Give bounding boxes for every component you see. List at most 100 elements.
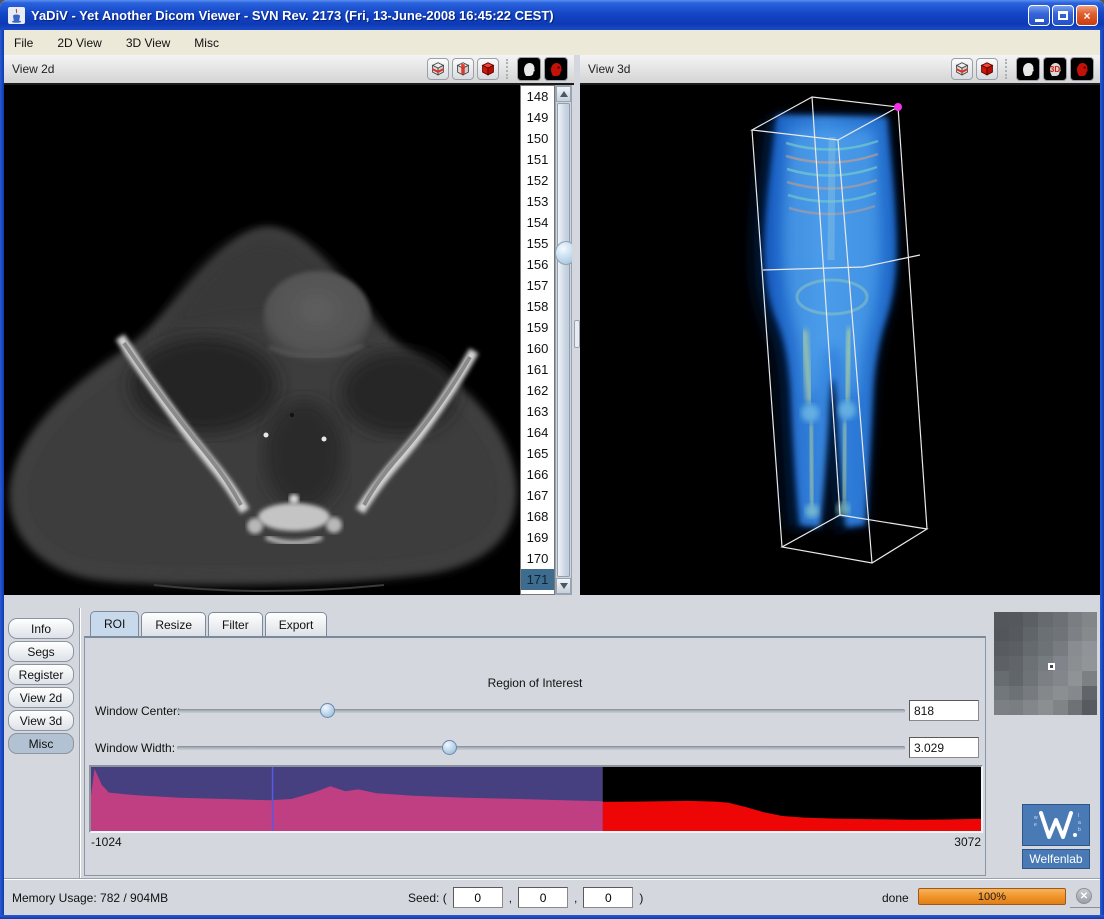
slice-item-151[interactable]: 151 xyxy=(521,149,554,170)
cube-solid-red-icon[interactable] xyxy=(976,58,998,80)
svg-text:3D: 3D xyxy=(1050,65,1060,74)
sidebar-item-register[interactable]: Register xyxy=(8,664,74,685)
preview-pixel xyxy=(1082,656,1097,671)
roi-tab-panel: Region of Interest Window Center: Window… xyxy=(84,636,986,876)
slice-item-171[interactable]: 171 xyxy=(521,569,554,590)
window-width-slider[interactable] xyxy=(177,738,905,758)
window-border-right xyxy=(1100,30,1104,919)
head-white-icon[interactable] xyxy=(1016,57,1040,81)
slice-item-170[interactable]: 170 xyxy=(521,548,554,569)
sidebar-divider xyxy=(79,608,81,880)
slice-item-152[interactable]: 152 xyxy=(521,170,554,191)
tab-resize[interactable]: Resize xyxy=(141,612,206,636)
cube-sagittal-slice-icon[interactable] xyxy=(452,58,474,80)
slice-item-155[interactable]: 155 xyxy=(521,233,554,254)
slice-item-164[interactable]: 164 xyxy=(521,422,554,443)
titlebar[interactable]: YaDiV - Yet Another Dicom Viewer - SVN R… xyxy=(0,0,1104,30)
split-divider[interactable] xyxy=(572,85,580,595)
slice-list[interactable]: 1481491501511521531541551561571581591601… xyxy=(520,85,555,595)
slice-item-162[interactable]: 162 xyxy=(521,380,554,401)
slice-item-161[interactable]: 161 xyxy=(521,359,554,380)
slice-item-157[interactable]: 157 xyxy=(521,275,554,296)
menu-item-file[interactable]: File xyxy=(4,33,43,53)
pixel-preview xyxy=(994,612,1097,715)
slice-item-163[interactable]: 163 xyxy=(521,401,554,422)
head-red-icon[interactable] xyxy=(1070,57,1094,81)
maximize-button[interactable] xyxy=(1052,5,1074,26)
window-center-slider[interactable] xyxy=(177,701,905,721)
slice-item-153[interactable]: 153 xyxy=(521,191,554,212)
window-center-value[interactable] xyxy=(909,700,979,721)
head-red-icon[interactable] xyxy=(544,57,568,81)
window-width-value[interactable] xyxy=(909,737,979,758)
slice-item-148[interactable]: 148 xyxy=(521,86,554,107)
seed-label: Seed: ( xyxy=(408,891,447,905)
preview-pixel xyxy=(1082,612,1097,627)
preview-pixel xyxy=(994,671,1009,686)
tab-roi[interactable]: ROI xyxy=(90,611,139,636)
preview-pixel xyxy=(1053,612,1068,627)
preview-pixel xyxy=(1009,612,1024,627)
menu-item-2d-view[interactable]: 2D View xyxy=(47,33,111,53)
menu-item-3d-view[interactable]: 3D View xyxy=(116,33,180,53)
sidebar-item-view-2d[interactable]: View 2d xyxy=(8,687,74,708)
close-button[interactable]: × xyxy=(1076,5,1098,26)
progress-value: 100% xyxy=(978,891,1006,903)
preview-pixel xyxy=(994,641,1009,656)
scrollbar-thumb[interactable] xyxy=(557,103,570,577)
head-3d-icon[interactable]: 3D xyxy=(1043,57,1067,81)
view3d-canvas[interactable] xyxy=(580,85,1100,595)
sidebar-item-misc[interactable]: Misc xyxy=(8,733,74,754)
window-center-track[interactable] xyxy=(177,709,905,713)
statusbar: Memory Usage: 782 / 904MB Seed: (,,) don… xyxy=(4,878,1100,916)
cube-solid-red-icon[interactable] xyxy=(477,58,499,80)
tab-export[interactable]: Export xyxy=(265,612,328,636)
view3d-toolbar: 3D xyxy=(951,57,1094,81)
slice-item-149[interactable]: 149 xyxy=(521,107,554,128)
preview-pixel xyxy=(1053,641,1068,656)
preview-pixel xyxy=(1038,686,1053,701)
tab-filter[interactable]: Filter xyxy=(208,612,263,636)
preview-pixel xyxy=(1082,671,1097,686)
preview-pixel xyxy=(1023,671,1038,686)
window-width-track[interactable] xyxy=(177,746,905,750)
sidebar-item-view-3d[interactable]: View 3d xyxy=(8,710,74,731)
slice-item-154[interactable]: 154 xyxy=(521,212,554,233)
cancel-progress-button[interactable]: ✕ xyxy=(1076,888,1092,904)
cube-axial-slice-icon[interactable] xyxy=(951,58,973,80)
slice-item-159[interactable]: 159 xyxy=(521,317,554,338)
preview-pixel xyxy=(1053,671,1068,686)
minimize-button[interactable] xyxy=(1028,5,1050,26)
cube-axial-slice-icon[interactable] xyxy=(427,58,449,80)
view2d-canvas[interactable] xyxy=(4,85,520,595)
menu-item-misc[interactable]: Misc xyxy=(184,33,229,53)
seed-separator: , xyxy=(574,891,577,905)
window-controls: × xyxy=(1028,5,1098,26)
view2d-title: View 2d xyxy=(12,62,427,76)
slice-item-156[interactable]: 156 xyxy=(521,254,554,275)
sidebar-item-segs[interactable]: Segs xyxy=(8,641,74,662)
window-width-thumb[interactable] xyxy=(442,740,457,755)
seed-field-3[interactable] xyxy=(583,887,633,908)
seed-field-1[interactable] xyxy=(453,887,503,908)
slice-item-166[interactable]: 166 xyxy=(521,464,554,485)
slice-item-160[interactable]: 160 xyxy=(521,338,554,359)
window-border-left xyxy=(0,30,4,919)
scroll-down-icon[interactable] xyxy=(556,578,571,594)
slice-item-158[interactable]: 158 xyxy=(521,296,554,317)
preview-pixel xyxy=(1068,656,1083,671)
slice-scrollbar[interactable] xyxy=(555,85,572,595)
slice-item-150[interactable]: 150 xyxy=(521,128,554,149)
slice-item-168[interactable]: 168 xyxy=(521,506,554,527)
slice-item-169[interactable]: 169 xyxy=(521,527,554,548)
slice-item-165[interactable]: 165 xyxy=(521,443,554,464)
preview-pixel xyxy=(1082,686,1097,701)
head-white-icon[interactable] xyxy=(517,57,541,81)
slice-item-167[interactable]: 167 xyxy=(521,485,554,506)
scroll-up-icon[interactable] xyxy=(556,86,571,102)
preview-pixel xyxy=(1009,656,1024,671)
tab-bar: ROIResizeFilterExport xyxy=(90,611,327,636)
window-center-thumb[interactable] xyxy=(320,703,335,718)
sidebar-item-info[interactable]: Info xyxy=(8,618,74,639)
seed-field-2[interactable] xyxy=(518,887,568,908)
